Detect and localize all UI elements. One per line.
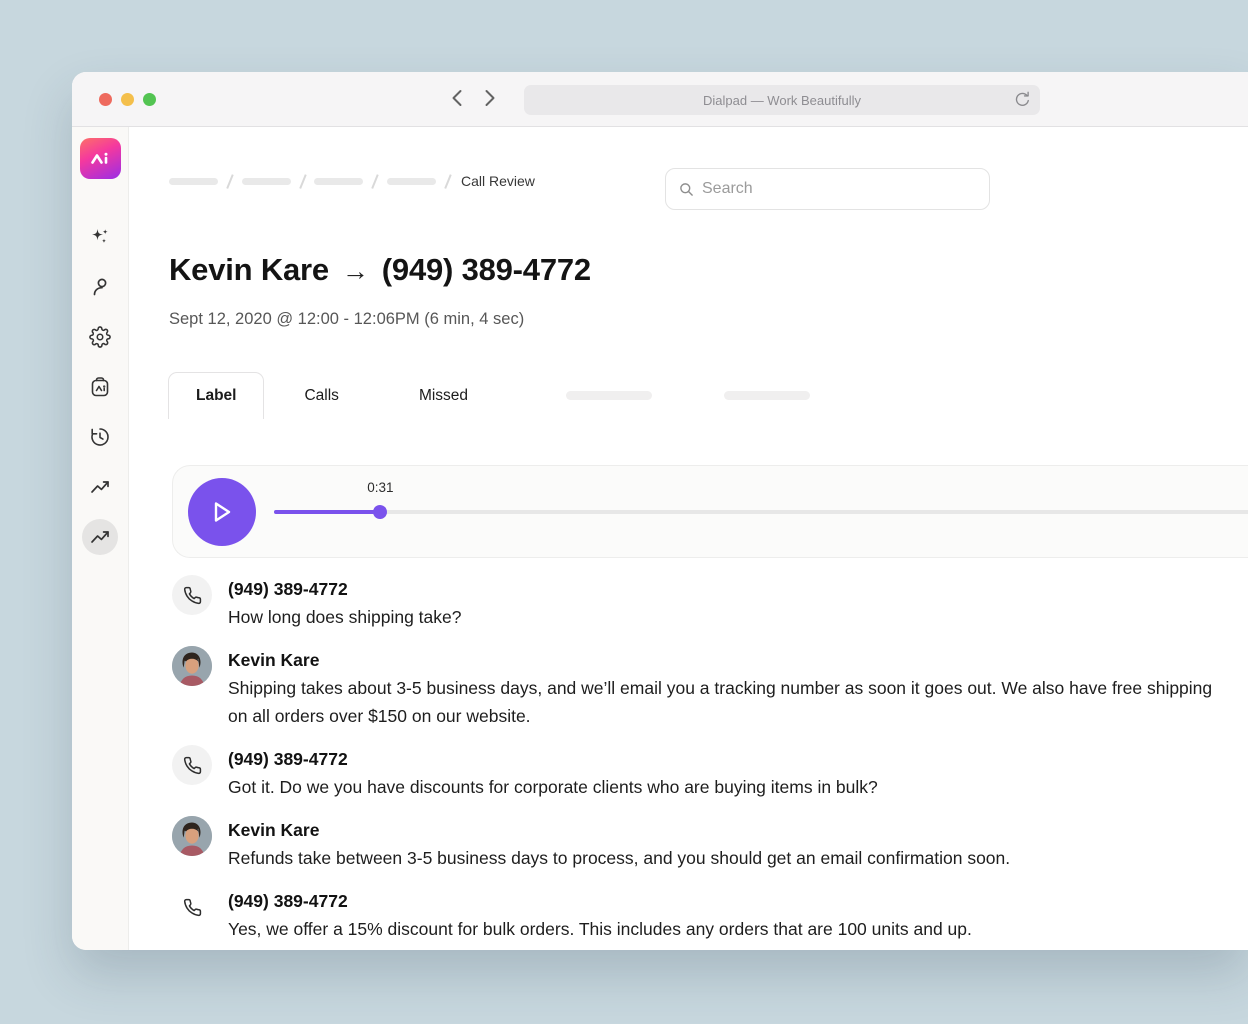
speaker-name: (949) 389-4772	[228, 575, 462, 603]
speaker-avatar	[172, 575, 212, 615]
tab-placeholder	[724, 391, 810, 400]
message-text: Got it. Do we you have discounts for cor…	[228, 773, 878, 801]
breadcrumb: Call Review	[169, 173, 535, 189]
call-title: Kevin Kare → (949) 389-4772	[169, 252, 591, 288]
message-text: Shipping takes about 3-5 business days, …	[228, 674, 1232, 730]
search-input[interactable]	[702, 180, 976, 198]
progress-track[interactable]: 0:31	[274, 510, 1248, 514]
breadcrumb-placeholder	[314, 178, 363, 185]
speaker-avatar	[172, 816, 212, 856]
phone-icon	[183, 586, 202, 605]
breadcrumb-placeholder	[387, 178, 436, 185]
minimize-window-button[interactable]	[121, 93, 134, 106]
message-text: Yes, we offer a 15% discount for bulk or…	[228, 915, 972, 943]
ai-sparkles-icon	[89, 226, 111, 248]
sidebar-item-settings[interactable]	[82, 319, 118, 355]
breadcrumb-separator	[371, 174, 378, 188]
call-review-page: Call Review Kevin Kare → (949) 389-4772 …	[129, 127, 1248, 950]
chevron-right-icon	[484, 88, 497, 108]
play-icon	[209, 497, 235, 527]
message-text: Refunds take between 3-5 business days t…	[228, 844, 1010, 872]
dialpad-ai-logo[interactable]	[80, 138, 121, 179]
kevin-kare-photo	[172, 646, 212, 686]
transcript-list: (949) 389-4772 How long does shipping ta…	[172, 575, 1232, 950]
arrow-right-icon: →	[342, 256, 369, 287]
transcript-row: (949) 389-4772 Got it. Do we you have di…	[172, 745, 1232, 801]
tab-label[interactable]: Label	[168, 372, 264, 419]
browser-window: Dialpad — Work Beautifully	[72, 72, 1248, 950]
page-title: Dialpad — Work Beautifully	[703, 93, 861, 108]
breadcrumb-separator	[299, 174, 306, 188]
phone-icon	[183, 756, 202, 775]
play-button[interactable]	[188, 478, 256, 546]
progress-fill	[274, 510, 380, 514]
speaker-avatar	[172, 646, 212, 686]
progress-handle[interactable]	[373, 505, 387, 519]
message-text: How long does shipping take?	[228, 603, 462, 631]
tab-label-text: Label	[196, 387, 236, 405]
close-window-button[interactable]	[99, 93, 112, 106]
speaker-name: (949) 389-4772	[228, 745, 878, 773]
audio-player: 0:31	[172, 465, 1248, 558]
breadcrumb-placeholder	[242, 178, 291, 185]
reload-icon	[1014, 91, 1031, 108]
breadcrumb-current: Call Review	[461, 173, 535, 189]
forward-button[interactable]	[484, 88, 497, 108]
sidebar-item-ai-notes[interactable]	[82, 369, 118, 405]
sidebar-item-history[interactable]	[82, 419, 118, 455]
traffic-lights	[99, 93, 156, 106]
speaker-name: Kevin Kare	[228, 816, 1010, 844]
sidebar-item-ai[interactable]	[82, 219, 118, 255]
transcript-row: Kevin Kare Refunds take between 3-5 busi…	[172, 816, 1232, 872]
speaker-name: Kevin Kare	[228, 646, 1232, 674]
breadcrumb-separator	[444, 174, 451, 188]
reload-button[interactable]	[1014, 91, 1031, 111]
history-icon	[89, 426, 111, 448]
caller-name: Kevin Kare	[169, 252, 329, 288]
speaker-name: (949) 389-4772	[228, 887, 972, 915]
contact-icon	[89, 276, 111, 298]
ai-logo-glyph	[88, 147, 112, 171]
speaker-avatar	[172, 745, 212, 785]
ai-notes-icon	[89, 376, 111, 398]
back-button[interactable]	[450, 88, 463, 108]
sidebar-item-analytics[interactable]	[82, 469, 118, 505]
elapsed-time: 0:31	[367, 480, 393, 495]
search-icon	[679, 182, 694, 197]
tab-missed-text: Missed	[419, 387, 468, 405]
transcript-row: (949) 389-4772 Yes, we offer a 15% disco…	[172, 887, 1232, 943]
transcript-row: (949) 389-4772 How long does shipping ta…	[172, 575, 1232, 631]
breadcrumb-separator	[226, 174, 233, 188]
settings-gear-icon	[89, 326, 111, 348]
tab-calls-text: Calls	[304, 387, 338, 405]
tab-bar: Label Calls Missed	[168, 372, 810, 419]
speaker-avatar	[172, 887, 212, 927]
sidebar-item-contacts[interactable]	[82, 269, 118, 305]
kevin-kare-photo	[172, 816, 212, 856]
phone-icon	[183, 898, 202, 917]
transcript-row: Kevin Kare Shipping takes about 3-5 busi…	[172, 646, 1232, 730]
tab-calls[interactable]: Calls	[264, 372, 378, 419]
zoom-window-button[interactable]	[143, 93, 156, 106]
app-sidebar	[72, 127, 129, 950]
callee-number: (949) 389-4772	[382, 252, 591, 288]
search-box[interactable]	[665, 168, 990, 210]
browser-chrome: Dialpad — Work Beautifully	[72, 72, 1248, 127]
analytics-icon	[89, 476, 111, 498]
address-bar[interactable]: Dialpad — Work Beautifully	[524, 85, 1040, 115]
chevron-left-icon	[450, 88, 463, 108]
tab-placeholder	[566, 391, 652, 400]
breadcrumb-placeholder	[169, 178, 218, 185]
analytics-active-icon	[89, 526, 111, 548]
tab-missed[interactable]: Missed	[379, 372, 508, 419]
sidebar-item-call-review[interactable]	[82, 519, 118, 555]
call-datetime: Sept 12, 2020 @ 12:00 - 12:06PM (6 min, …	[169, 310, 524, 329]
